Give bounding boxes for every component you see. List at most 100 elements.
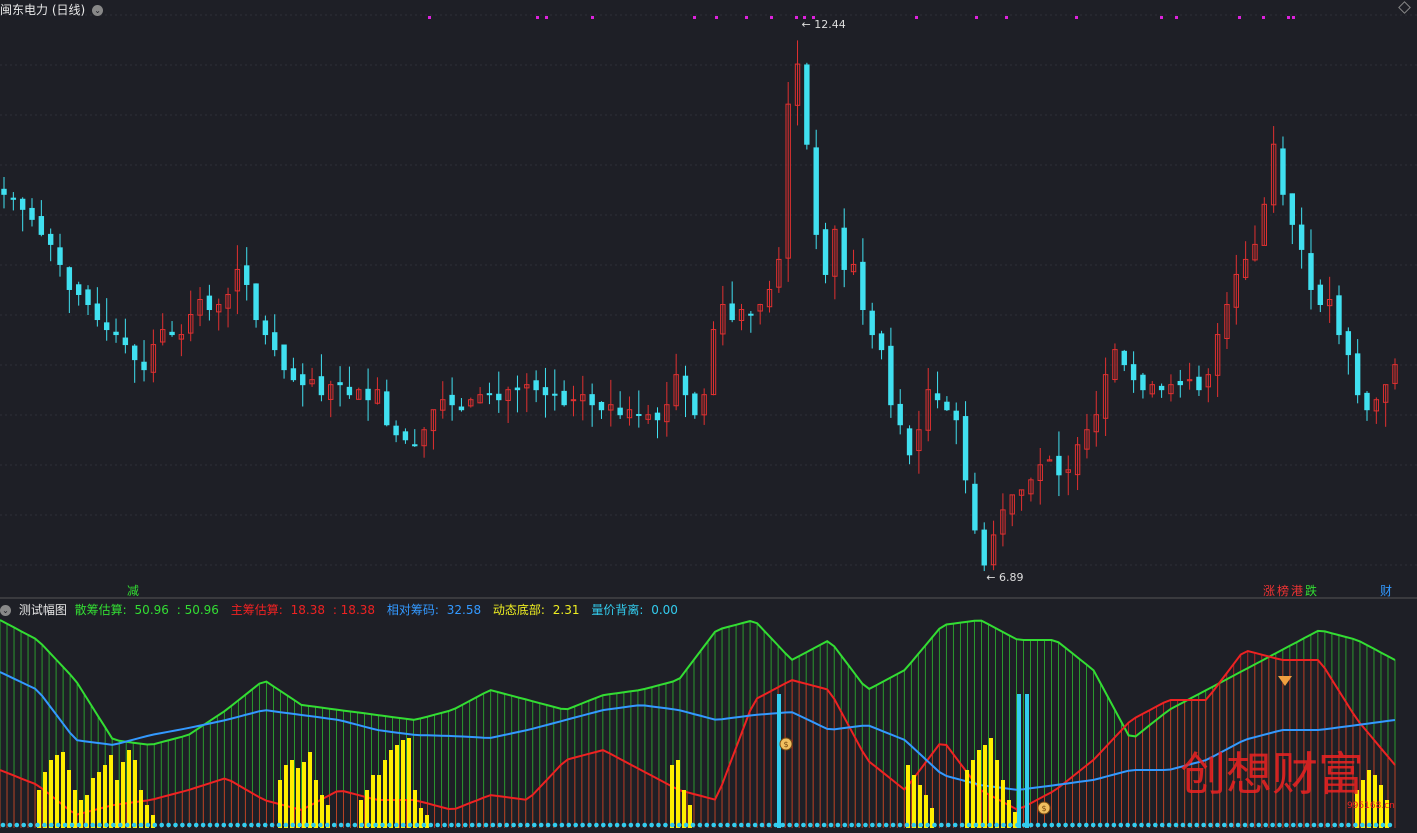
- bottom-dot: [187, 822, 192, 828]
- bottom-dot: [1242, 822, 1248, 828]
- signal-dot: [545, 16, 548, 19]
- signal-cai: 财: [1380, 584, 1392, 598]
- bottom-dot: [0, 822, 6, 828]
- bottom-dot: [269, 822, 275, 828]
- bottom-dot: [463, 822, 468, 828]
- yellow-bar: [302, 762, 306, 828]
- yellow-bar: [49, 760, 53, 828]
- candle-body: [1289, 193, 1296, 225]
- yellow-bar: [977, 750, 981, 828]
- bottom-dot: [932, 822, 937, 828]
- candle-body: [262, 320, 269, 336]
- yellow-bar: [61, 752, 65, 828]
- bottom-dot: [42, 822, 47, 828]
- candle-body: [206, 295, 213, 311]
- bottom-dot: [973, 822, 979, 828]
- bottom-dot: [670, 822, 675, 828]
- chevron-down-icon[interactable]: ⌄: [92, 5, 104, 16]
- bottom-dot: [1380, 822, 1386, 828]
- bottom-dot: [1194, 822, 1199, 828]
- bottom-dot: [400, 822, 406, 828]
- bottom-dot: [925, 822, 930, 828]
- yellow-bar: [371, 775, 375, 828]
- candle-body: [393, 425, 399, 436]
- bottom-dot: [69, 822, 75, 828]
- candle-body: [972, 483, 978, 531]
- bottom-dot: [1270, 822, 1275, 828]
- bottom-dot: [814, 822, 820, 828]
- bottom-dot: [994, 822, 999, 828]
- yellow-bar: [413, 790, 417, 828]
- signal-right: 港: [1291, 584, 1303, 598]
- bottom-dot: [1180, 822, 1186, 828]
- candle-body: [486, 393, 493, 396]
- bottom-dot: [952, 822, 958, 828]
- bottom-dot: [97, 822, 102, 828]
- bottom-dot: [1311, 822, 1317, 828]
- bottom-dot: [601, 822, 606, 828]
- bottom-dot: [325, 822, 330, 828]
- bottom-dot: [877, 822, 882, 828]
- bottom-dot: [55, 822, 61, 828]
- candle-body: [692, 393, 698, 416]
- bottom-dot: [573, 822, 578, 828]
- bottom-dot: [297, 822, 303, 828]
- bottom-dot: [1263, 822, 1268, 828]
- bottom-dot: [939, 822, 944, 828]
- yellow-bar: [43, 772, 47, 828]
- bottom-dot: [207, 822, 213, 828]
- candle-body: [365, 388, 371, 401]
- candle-body: [514, 387, 521, 391]
- bottom-dot: [552, 822, 558, 828]
- indicator-name: 测试幅图: [18, 603, 67, 617]
- yellow-bar: [912, 775, 916, 828]
- bottom-dot: [456, 822, 461, 828]
- bottom-dot: [1222, 822, 1227, 828]
- candle-body: [19, 198, 26, 210]
- candle-body: [589, 394, 595, 406]
- bottom-dot: [821, 822, 827, 828]
- signal-dot: [1262, 16, 1265, 19]
- yellow-bar: [314, 780, 318, 828]
- candle-body: [1364, 392, 1370, 411]
- bottom-dot: [490, 822, 496, 828]
- bottom-dot: [442, 822, 447, 828]
- bottom-dot: [345, 822, 351, 828]
- bottom-dot: [780, 822, 785, 828]
- bottom-dot: [897, 822, 903, 828]
- bottom-dot: [221, 822, 227, 828]
- signal-dot: [715, 16, 718, 19]
- bottom-dot: [690, 822, 696, 828]
- bottom-dot: [1291, 822, 1296, 828]
- candle-body: [57, 247, 63, 265]
- bottom-dot: [1049, 822, 1055, 828]
- watermark-text: 创想财富: [1180, 747, 1364, 801]
- signal-dot: [795, 16, 798, 19]
- candle-body: [617, 407, 623, 416]
- candle-body: [729, 303, 735, 321]
- candle-body: [29, 207, 35, 220]
- bottom-dot: [918, 822, 923, 828]
- bottom-dot: [835, 822, 841, 828]
- signal-dot: [745, 16, 748, 19]
- bottom-dot: [311, 822, 316, 828]
- candle-body: [85, 289, 91, 306]
- candle-body: [412, 444, 418, 447]
- candle-body: [953, 410, 959, 421]
- bottom-dot: [525, 822, 530, 828]
- candle-body: [38, 216, 45, 235]
- bottom-dot: [166, 822, 171, 828]
- yellow-bar: [682, 790, 686, 828]
- candle-body: [1177, 380, 1183, 386]
- bottom-dot: [870, 822, 875, 828]
- bottom-dot: [732, 822, 737, 828]
- yellow-bar: [971, 760, 975, 828]
- bottom-dot: [566, 822, 572, 828]
- bottom-dot: [387, 822, 392, 828]
- yellow-bar: [1001, 780, 1005, 828]
- signal-dot: [1238, 16, 1241, 19]
- bottom-dot: [959, 822, 965, 828]
- yellow-bar: [296, 768, 300, 828]
- chevron-down-icon[interactable]: ⌄: [0, 605, 11, 616]
- candle-body: [290, 368, 297, 381]
